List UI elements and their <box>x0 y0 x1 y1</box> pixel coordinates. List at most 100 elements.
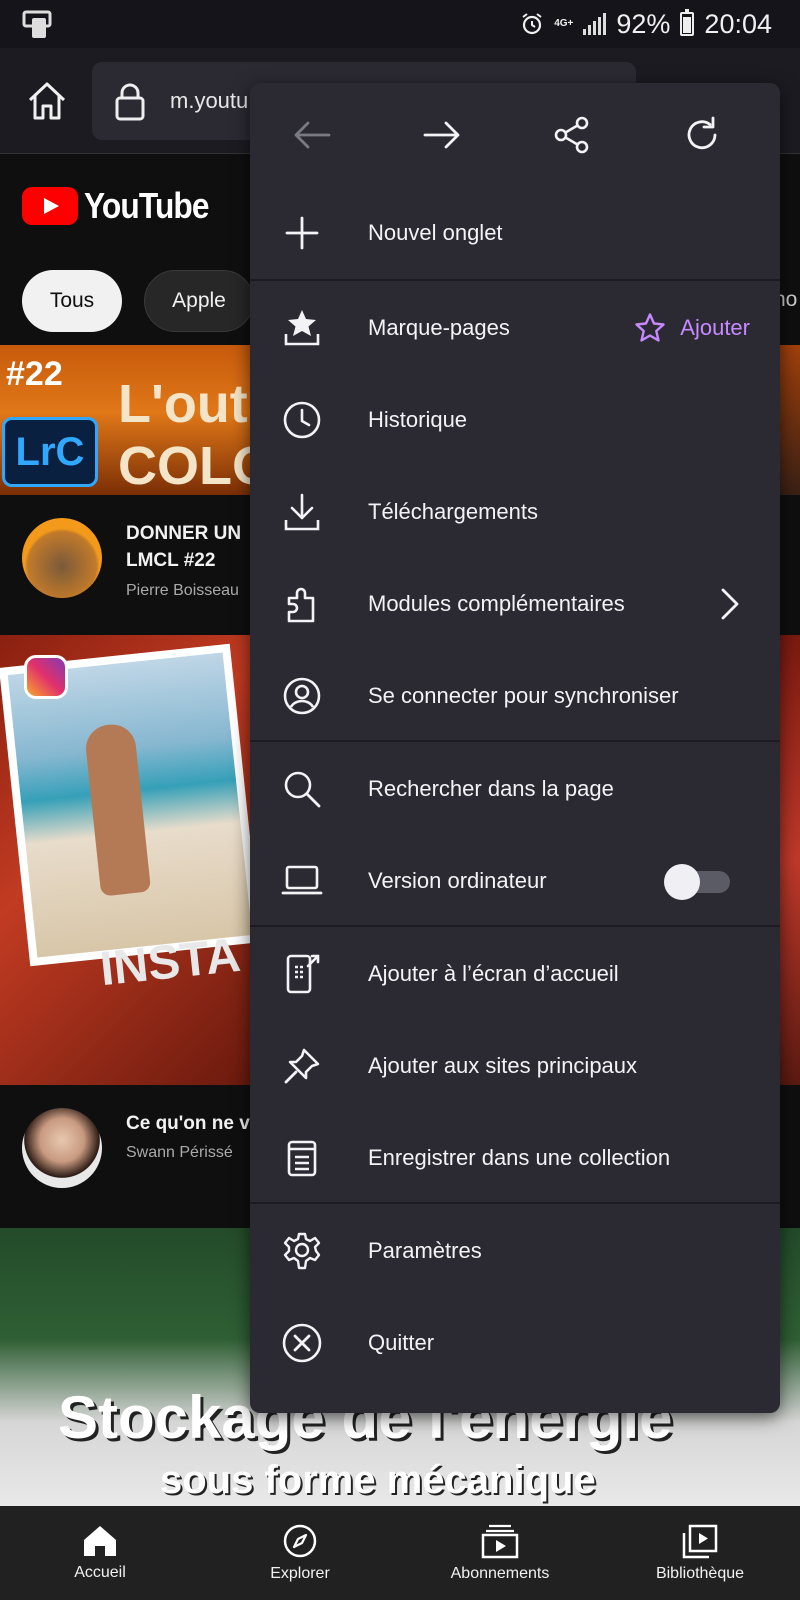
alarm-icon <box>522 13 542 35</box>
back-button[interactable] <box>290 113 334 157</box>
nav-explorer[interactable]: Explorer <box>200 1506 400 1600</box>
youtube-play-icon <box>22 187 78 225</box>
channel-name: Swann Périssé <box>126 1144 233 1161</box>
menu-item-save-to-collection[interactable]: Enregistrer dans une collection <box>250 1112 780 1204</box>
menu-item-history[interactable]: Historique <box>250 374 780 466</box>
gear-icon <box>280 1229 324 1273</box>
menu-item-add-to-top-sites[interactable]: Ajouter aux sites principaux <box>250 1020 780 1112</box>
forward-button[interactable] <box>420 113 464 157</box>
status-bar: 4G+ 92% 20:04 <box>0 0 800 48</box>
menu-item-add-to-homescreen[interactable]: Ajouter à l’écran d’accueil <box>250 928 780 1020</box>
menu-item-label: Modules complémentaires <box>368 591 625 616</box>
signal-icon <box>583 13 607 35</box>
reload-button[interactable] <box>680 113 724 157</box>
channel-name: Pierre Boisseau <box>126 582 239 599</box>
menu-item-label: Quitter <box>368 1330 435 1355</box>
menu-item-label: Paramètres <box>368 1238 482 1263</box>
menu-item-label: Se connecter pour synchroniser <box>368 683 679 708</box>
share-button[interactable] <box>550 113 594 157</box>
pin-icon <box>280 1044 324 1088</box>
star-icon <box>635 313 665 342</box>
video-thumbnail-2[interactable]: INSTA <box>0 635 250 1085</box>
menu-nav-row <box>250 83 780 187</box>
desktop-site-toggle[interactable] <box>664 864 730 900</box>
nav-label: Bibliothèque <box>655 1565 745 1582</box>
bottom-navigation: Accueil Explorer Abonnements Bibliothèqu… <box>0 1506 800 1600</box>
menu-item-label: Nouvel onglet <box>368 220 503 245</box>
nav-label: Accueil <box>74 1564 126 1581</box>
compass-icon <box>283 1524 317 1558</box>
download-icon <box>280 490 324 534</box>
reload-icon <box>687 116 717 150</box>
video-info-2[interactable]: Ce qu'on ne v Swann Périssé <box>0 1092 250 1210</box>
add-to-homescreen-icon <box>280 952 324 996</box>
network-type: 4G+ <box>554 18 574 29</box>
video-thumbnail-1-edge <box>780 345 800 495</box>
subscriptions-icon <box>481 1524 519 1559</box>
library-icon <box>682 1524 718 1559</box>
menu-item-downloads[interactable]: Téléchargements <box>250 466 780 558</box>
nav-accueil[interactable]: Accueil <box>0 1506 200 1600</box>
account-icon <box>280 674 324 718</box>
youtube-wordmark: YouTube <box>84 185 210 226</box>
video-title: Ce qu'on ne v <box>126 1113 250 1134</box>
clock-time: 20:04 <box>704 8 772 39</box>
menu-divider <box>250 279 780 281</box>
add-bookmark-button[interactable]: Ajouter <box>634 312 750 344</box>
thumb-text-line1: L'out <box>118 374 248 434</box>
avatar[interactable] <box>22 518 102 598</box>
thumb-text-line2: COLO <box>118 436 250 495</box>
menu-item-settings[interactable]: Paramètres <box>250 1205 780 1297</box>
menu-item-addons[interactable]: Modules complémentaires <box>250 558 780 650</box>
menu-item-label: Téléchargements <box>368 499 538 524</box>
menu-item-desktop-site[interactable]: Version ordinateur <box>250 835 780 927</box>
add-bookmark-label: Ajouter <box>680 315 750 340</box>
menu-item-new-tab[interactable]: Nouvel onglet <box>250 187 780 279</box>
screen-mirror-icon <box>22 10 52 38</box>
video-thumbnail-2-edge <box>780 635 800 1085</box>
menu-item-label: Historique <box>368 407 468 432</box>
menu-item-label: Rechercher dans la page <box>368 776 614 801</box>
battery-percent: 92% <box>616 8 671 39</box>
thumb-number: #22 <box>6 355 63 393</box>
battery-icon <box>680 9 695 36</box>
home-icon <box>84 1526 116 1556</box>
plus-icon <box>280 211 324 255</box>
menu-item-label: Ajouter aux sites principaux <box>368 1053 638 1078</box>
menu-divider <box>250 740 780 742</box>
menu-item-quit[interactable]: Quitter <box>250 1297 780 1389</box>
chip-apple[interactable]: Apple <box>144 270 254 332</box>
video-info-1[interactable]: DONNER UN LMCL #22 Pierre Boisseau <box>0 500 250 618</box>
menu-item-label: Marque-pages <box>368 315 510 340</box>
menu-item-label: Ajouter à l’écran d’accueil <box>368 961 619 986</box>
url-text: m.youtu <box>170 88 249 113</box>
nav-abonnements[interactable]: Abonnements <box>400 1506 600 1600</box>
menu-divider <box>250 1202 780 1204</box>
browser-menu: Nouvel onglet Marque-pages Ajouter Histo… <box>250 83 780 1413</box>
clock-icon <box>280 398 324 442</box>
menu-divider <box>250 925 780 927</box>
lightroom-badge: LrC <box>2 417 98 487</box>
search-icon <box>280 767 324 811</box>
menu-item-label: Enregistrer dans une collection <box>368 1145 671 1170</box>
nav-bibliotheque[interactable]: Bibliothèque <box>600 1506 800 1600</box>
close-circle-icon <box>280 1321 324 1365</box>
video-title-line1: DONNER UN <box>126 523 242 544</box>
video-title-line2: LMCL #22 <box>126 550 216 571</box>
instagram-icon <box>24 655 68 699</box>
youtube-logo[interactable]: YouTube <box>22 185 226 227</box>
video-thumbnail-1[interactable]: #22 LrC L'out COLO <box>0 345 250 495</box>
menu-item-find-in-page[interactable]: Rechercher dans la page <box>250 743 780 835</box>
chevron-right-icon <box>721 588 739 620</box>
menu-item-sync[interactable]: Se connecter pour synchroniser <box>250 650 780 742</box>
puzzle-icon <box>280 582 324 626</box>
nav-label: Explorer <box>270 1565 330 1582</box>
thumb-text-line2: sous forme mécanique <box>160 1458 596 1502</box>
share-icon <box>554 116 589 154</box>
menu-item-bookmarks[interactable]: Marque-pages Ajouter <box>250 282 780 374</box>
arrow-right-icon <box>423 121 460 149</box>
avatar[interactable] <box>22 1108 102 1188</box>
home-icon[interactable] <box>24 78 70 124</box>
menu-item-label: Version ordinateur <box>368 868 547 893</box>
chip-tous[interactable]: Tous <box>22 270 122 332</box>
